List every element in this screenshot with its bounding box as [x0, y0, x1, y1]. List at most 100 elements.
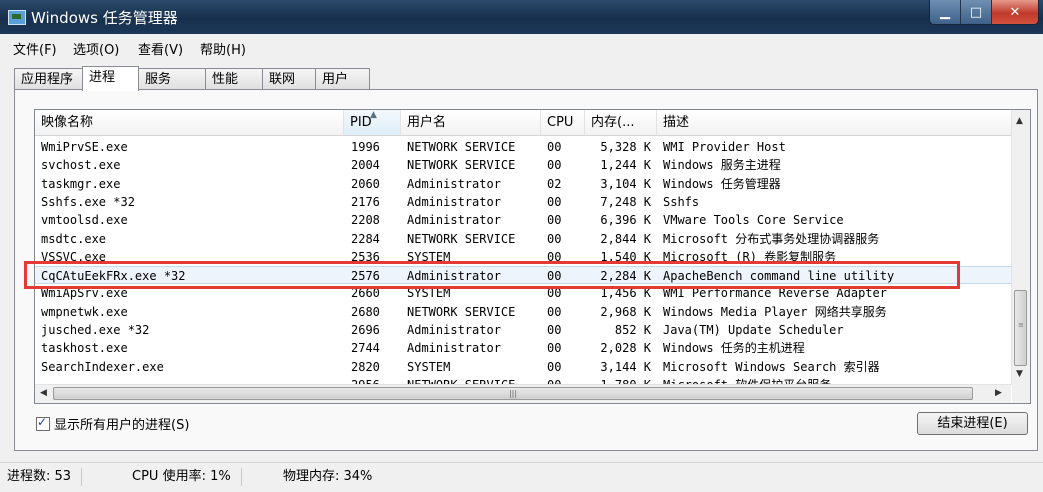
title-bar: Windows 任务管理器 ▁ □ ✕ — [0, 0, 1043, 34]
tab-applications[interactable]: 应用程序 — [14, 68, 83, 89]
tab-processes[interactable]: 进程 — [82, 66, 139, 91]
table-row[interactable]: svchost.exe 2004 NETWORK SERVICE 00 1,244 K W… — [35, 156, 1011, 174]
scroll-left-icon[interactable]: ◀ — [40, 388, 47, 398]
tab-users[interactable]: 用户 — [315, 68, 370, 89]
table-row[interactable]: taskhost.exe 2744 Administrator 00 2,028 K Wi… — [35, 339, 1011, 357]
process-pid: 2176 — [351, 194, 380, 209]
process-description: ApacheBench command line utility — [663, 269, 895, 284]
process-cpu: 00 — [547, 249, 562, 264]
sort-ascending-icon: ▲ — [370, 110, 377, 120]
process-pid: 2284 — [351, 231, 380, 246]
process-pid: 2060 — [351, 176, 380, 191]
process-memory: 3,104 K — [600, 176, 651, 191]
column-pid-label: PID — [350, 115, 372, 130]
tab-networking[interactable]: 联网 — [262, 68, 316, 89]
table-row[interactable]: CqCAtuEekFRx.exe *32 2576 Administrator 00 2… — [35, 266, 1011, 285]
process-cpu: 00 — [547, 158, 562, 173]
process-cpu: 00 — [547, 269, 562, 284]
horizontal-scrollbar[interactable]: ◀ ||| ▶ — [35, 384, 1011, 403]
column-image-name[interactable]: 映像名称 — [35, 110, 344, 135]
grip-icon: ≡ — [1018, 321, 1024, 329]
show-all-users-checkbox[interactable] — [36, 415, 50, 431]
process-name: vmtoolsd.exe — [41, 213, 128, 228]
process-cpu: 00 — [547, 194, 562, 209]
process-memory: 2,968 K — [600, 304, 651, 319]
process-user: NETWORK SERVICE — [407, 304, 516, 319]
process-pid: 2576 — [351, 269, 380, 284]
menu-file[interactable]: 文件(F) — [13, 39, 57, 58]
process-name: Sshfs.exe *32 — [41, 194, 135, 209]
column-cpu[interactable]: CPU — [541, 110, 585, 135]
table-row[interactable]: WmiPrvSE.exe 1996 NETWORK SERVICE 00 5,328 K… — [35, 138, 1011, 156]
process-memory: 2,844 K — [600, 231, 651, 246]
table-row[interactable]: msdtc.exe 2284 NETWORK SERVICE 00 2,844 K Mic… — [35, 230, 1011, 248]
column-description[interactable]: 描述 — [657, 110, 1011, 135]
tab-performance[interactable]: 性能 — [205, 68, 263, 89]
process-user: SYSTEM — [407, 359, 451, 374]
menu-options[interactable]: 选项(O) — [73, 39, 119, 58]
table-row[interactable]: VSSVC.exe 2536 SYSTEM 00 1,540 K Microsoft (R… — [35, 248, 1011, 266]
process-name: svchost.exe — [41, 158, 121, 173]
maximize-button[interactable]: □ — [960, 0, 991, 24]
process-description: VMware Tools Core Service — [663, 213, 844, 228]
process-name: SearchIndexer.exe — [41, 359, 164, 374]
scroll-down-icon[interactable]: ▼ — [1016, 369, 1023, 379]
process-name: WmiApSrv.exe — [41, 286, 128, 301]
process-cpu: 00 — [547, 304, 562, 319]
process-name: taskhost.exe — [41, 341, 128, 356]
table-row[interactable]: SearchIndexer.exe 2820 SYSTEM 00 3,144 K Micr… — [35, 358, 1011, 376]
process-pid: 2536 — [351, 249, 380, 264]
process-cpu: 00 — [547, 286, 562, 301]
vertical-scroll-thumb[interactable]: ≡ — [1014, 290, 1027, 366]
process-cpu: 00 — [547, 213, 562, 228]
process-description: Windows 任务的主机进程 — [663, 341, 805, 356]
tab-services[interactable]: 服务 — [138, 68, 206, 89]
process-name: CqCAtuEekFRx.exe *32 — [41, 269, 186, 284]
scroll-right-icon[interactable]: ▶ — [995, 388, 1002, 398]
process-user: SYSTEM — [407, 249, 451, 264]
status-bar: 进程数: 53 CPU 使用率: 1% 物理内存: 34% — [0, 462, 1043, 492]
process-memory: 5,328 K — [600, 140, 651, 154]
process-user: Administrator — [407, 323, 501, 337]
close-button[interactable]: ✕ — [991, 0, 1038, 24]
process-pid: 2744 — [351, 341, 380, 356]
table-row[interactable]: jusched.exe *32 2696 Administrator 00 852 K J… — [35, 321, 1011, 339]
process-description: Windows 服务主进程 — [663, 158, 781, 173]
process-cpu: 00 — [547, 231, 562, 246]
menu-help[interactable]: 帮助(H) — [200, 39, 246, 58]
vertical-scrollbar[interactable]: ▲ ≡ ▼ — [1011, 110, 1030, 385]
process-name: wmpnetwk.exe — [41, 304, 128, 319]
horizontal-scroll-thumb[interactable]: ||| — [53, 387, 973, 400]
minimize-button[interactable]: ▁ — [930, 0, 960, 24]
process-memory: 7,248 K — [600, 194, 651, 209]
task-manager-icon — [8, 10, 26, 25]
table-row[interactable]: taskmgr.exe 2060 Administrator 02 3,104 K Win… — [35, 175, 1011, 193]
process-memory: 1,540 K — [600, 249, 651, 264]
table-row[interactable]: wmpnetwk.exe 2680 NETWORK SERVICE 00 2,968 K… — [35, 303, 1011, 321]
column-memory[interactable]: 内存(... — [585, 110, 657, 135]
show-all-users-option[interactable]: 显示所有用户的进程(S) — [36, 414, 189, 433]
window-title: Windows 任务管理器 — [31, 9, 178, 27]
process-pid: 2696 — [351, 323, 380, 337]
menu-view[interactable]: 查看(V) — [138, 39, 183, 58]
process-memory: 1,244 K — [600, 158, 651, 173]
table-row[interactable]: Sshfs.exe *32 2176 Administrator 00 7,248 K S… — [35, 193, 1011, 211]
process-user: NETWORK SERVICE — [407, 140, 516, 154]
process-user: Administrator — [407, 194, 501, 209]
column-pid[interactable]: ▲ PID — [344, 110, 401, 135]
table-row[interactable]: WmiApSrv.exe 2660 SYSTEM 00 1,456 K WMI Perfo… — [35, 284, 1011, 302]
process-description: Sshfs — [663, 194, 700, 209]
process-list[interactable]: 映像名称 ▲ PID 用户名 CPU 内存(... 描述 WmiPrvSE.exe… — [34, 109, 1031, 404]
process-user: NETWORK SERVICE — [407, 231, 516, 246]
scroll-up-icon[interactable]: ▲ — [1016, 116, 1023, 126]
process-memory: 1,456 K — [600, 286, 651, 301]
process-user: Administrator — [407, 176, 501, 191]
process-user: Administrator — [407, 213, 501, 228]
process-user: SYSTEM — [407, 286, 451, 301]
end-process-button[interactable]: 结束进程(E) — [917, 412, 1028, 435]
table-row[interactable]: vmtoolsd.exe 2208 Administrator 00 6,396 K VM… — [35, 211, 1011, 229]
column-user-name[interactable]: 用户名 — [401, 110, 541, 135]
window-controls: ▁ □ ✕ — [929, 0, 1039, 25]
process-description: Windows Media Player 网络共享服务 — [663, 304, 887, 319]
process-description: WMI Provider Host — [663, 140, 786, 154]
